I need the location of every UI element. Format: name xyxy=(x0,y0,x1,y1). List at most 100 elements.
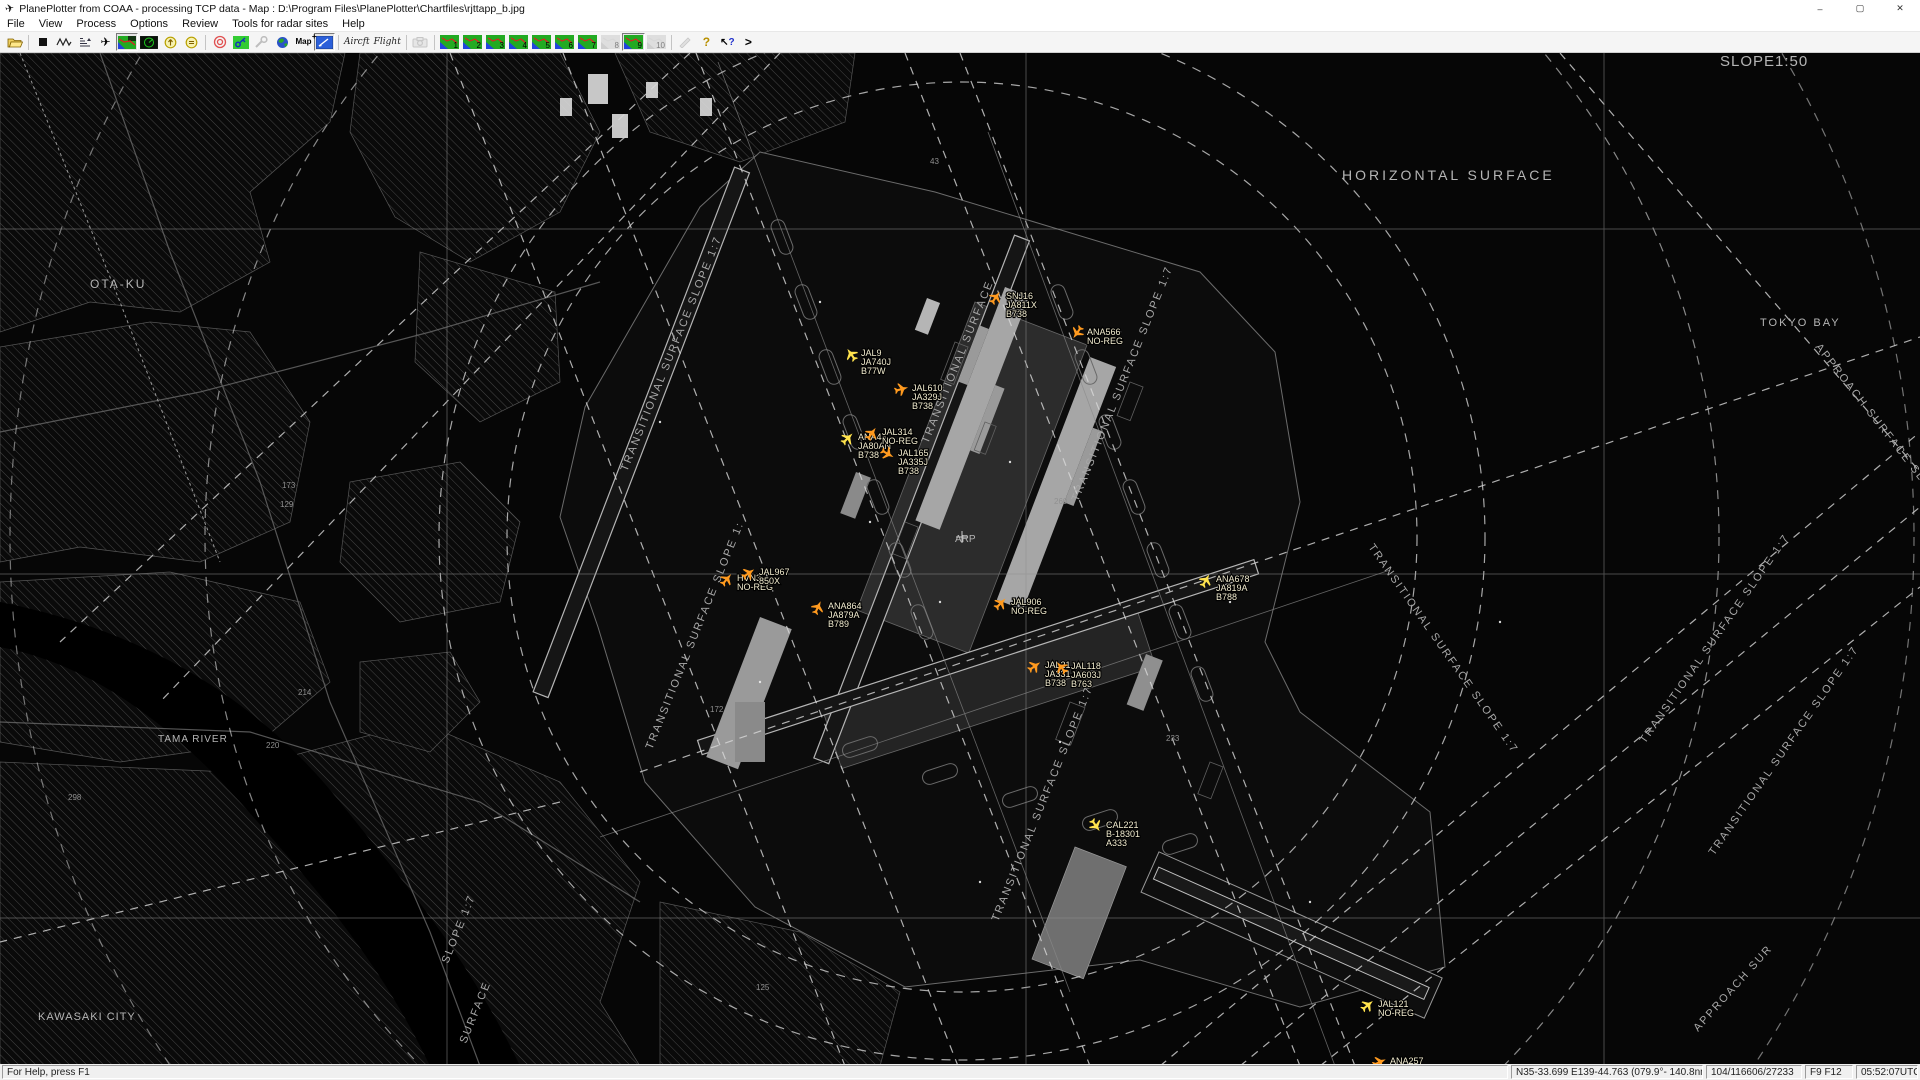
more-tools-button[interactable]: > xyxy=(738,33,759,51)
map-thumb-icon: 7 xyxy=(578,35,597,49)
aircraft-label-line: ANA257 xyxy=(1390,1056,1424,1064)
map-plus-icon: Map+ xyxy=(296,38,312,46)
region-label: OTA-KU xyxy=(90,277,146,291)
airport-chart: 43173129214220298260233172125 SLOPE1:50H… xyxy=(0,53,1920,1064)
toolbar-separator xyxy=(205,35,206,50)
aircraft-label-line: NO-REG xyxy=(1087,336,1123,346)
status-clock: 05:52:07UTC xyxy=(1856,1065,1918,1079)
chevron-right-icon: > xyxy=(745,35,752,49)
record-button[interactable] xyxy=(209,33,230,51)
svg-text:2: 2 xyxy=(476,41,481,49)
region-label: TOKYO BAY xyxy=(1760,317,1841,329)
map-thumb-icon: 2 xyxy=(463,35,482,49)
menu-help[interactable]: Help xyxy=(335,18,372,30)
toolbar-separator xyxy=(671,35,672,50)
region-label: ARP xyxy=(955,534,976,545)
aircraft-label-line: B738 xyxy=(912,401,933,411)
map-thumb-icon: 3 xyxy=(486,35,505,49)
stop-square-icon xyxy=(39,38,47,46)
pause-circle-button[interactable] xyxy=(181,33,202,51)
aircft-button[interactable]: Aircft xyxy=(342,33,372,51)
toolbar-separator xyxy=(434,35,435,50)
spot-height: 173 xyxy=(282,481,296,490)
map-1-button[interactable]: 1 xyxy=(438,33,461,51)
menu-tools-for-radar-sites[interactable]: Tools for radar sites xyxy=(225,18,335,30)
svg-text:9: 9 xyxy=(637,41,642,49)
minimize-button[interactable]: – xyxy=(1800,0,1840,17)
aircraft-label-line: B738 xyxy=(1045,678,1066,688)
camera-button xyxy=(410,33,431,51)
tools-button xyxy=(251,33,272,51)
window-title: PlanePlotter from COAA - processing TCP … xyxy=(19,3,525,15)
aircraft-label-line: B738 xyxy=(1006,309,1027,319)
chart-view-button[interactable] xyxy=(116,33,138,51)
menu-file[interactable]: File xyxy=(0,18,32,30)
radar-view-button[interactable] xyxy=(138,33,160,51)
menu-review[interactable]: Review xyxy=(175,18,225,30)
share-key-button[interactable] xyxy=(230,33,251,51)
region-label: HORIZONTAL SURFACE xyxy=(1342,167,1555,183)
levels-button[interactable] xyxy=(74,33,95,51)
pencil-check-icon xyxy=(316,36,333,49)
question-icon: ? xyxy=(703,35,710,49)
map-thumb-icon: 5 xyxy=(532,35,551,49)
map-thumb-icon: 1 xyxy=(440,35,459,49)
map-plus-button[interactable]: Map+ xyxy=(293,33,314,51)
globe-button[interactable] xyxy=(272,33,293,51)
toolbar-separator xyxy=(338,35,339,50)
svg-text:5: 5 xyxy=(545,41,550,49)
wrench-icon xyxy=(254,36,269,49)
spot-height: 125 xyxy=(756,983,770,992)
map-10-button: 10 xyxy=(645,33,668,51)
aircraft-label-line: B77W xyxy=(861,366,886,376)
spot-height: 172 xyxy=(710,705,724,714)
open-file-button[interactable] xyxy=(4,33,25,51)
spot-height: 220 xyxy=(266,741,280,750)
toolbar: ✈ Map+ AircftFlight 1 234 5678 910? ↖? > xyxy=(0,32,1920,53)
globe-icon xyxy=(276,36,289,49)
upload-circle-button[interactable] xyxy=(160,33,181,51)
status-position: N35-33.699 E139-44.763 (079.9°- 140.8nm) xyxy=(1511,1065,1703,1079)
region-label: TAMA RIVER xyxy=(158,734,228,745)
maximize-button[interactable]: ▢ xyxy=(1840,0,1880,17)
map-6-button[interactable]: 6 xyxy=(553,33,576,51)
map-3-button[interactable]: 3 xyxy=(484,33,507,51)
toolbar-separator xyxy=(28,35,29,50)
map-9-button[interactable]: 9 xyxy=(622,33,645,51)
flight-button[interactable]: Flight xyxy=(372,33,403,51)
menu-process[interactable]: Process xyxy=(69,18,123,30)
aircraft-label-line: A333 xyxy=(1106,838,1127,848)
menu-view[interactable]: View xyxy=(32,18,70,30)
map-7-button[interactable]: 7 xyxy=(576,33,599,51)
help-button[interactable]: ? xyxy=(696,33,717,51)
arrow-question-icon: ↖? xyxy=(720,37,735,48)
map-canvas[interactable]: 43173129214220298260233172125 SLOPE1:50H… xyxy=(0,53,1920,1064)
menu-options[interactable]: Options xyxy=(123,18,175,30)
map-thumb-icon: 6 xyxy=(555,35,574,49)
aircraft-label-line: B789 xyxy=(828,619,849,629)
stop-button[interactable] xyxy=(32,33,53,51)
aircraft-label-line: NO-REG xyxy=(882,436,918,446)
aircraft-label-line: B738 xyxy=(858,450,879,460)
map-5-button[interactable]: 5 xyxy=(530,33,553,51)
status-keys: F9 F12 xyxy=(1805,1065,1853,1079)
title-bar: ✈ PlanePlotter from COAA - processing TC… xyxy=(0,0,1920,17)
mark-mode-button[interactable] xyxy=(314,33,335,51)
spot-height: 214 xyxy=(298,688,312,697)
signal-button[interactable] xyxy=(53,33,74,51)
aircraft-label-line: B738 xyxy=(898,466,919,476)
context-help-button[interactable]: ↖? xyxy=(717,33,738,51)
map-thumb-icon: 4 xyxy=(509,35,528,49)
svg-text:1: 1 xyxy=(453,41,458,49)
map-2-button[interactable]: 2 xyxy=(461,33,484,51)
spot-height: 233 xyxy=(1166,734,1180,743)
open-folder-icon xyxy=(7,36,23,49)
aircraft-icon: ✈ xyxy=(100,36,110,48)
map-thumb-icon: 8 xyxy=(601,35,620,49)
levels-icon xyxy=(78,36,92,48)
map-4-button[interactable]: 4 xyxy=(507,33,530,51)
waveform-icon xyxy=(56,36,72,48)
spot-height: 43 xyxy=(930,157,939,166)
close-button[interactable]: ✕ xyxy=(1880,0,1920,17)
aircraft-list-button[interactable]: ✈ xyxy=(95,33,116,51)
